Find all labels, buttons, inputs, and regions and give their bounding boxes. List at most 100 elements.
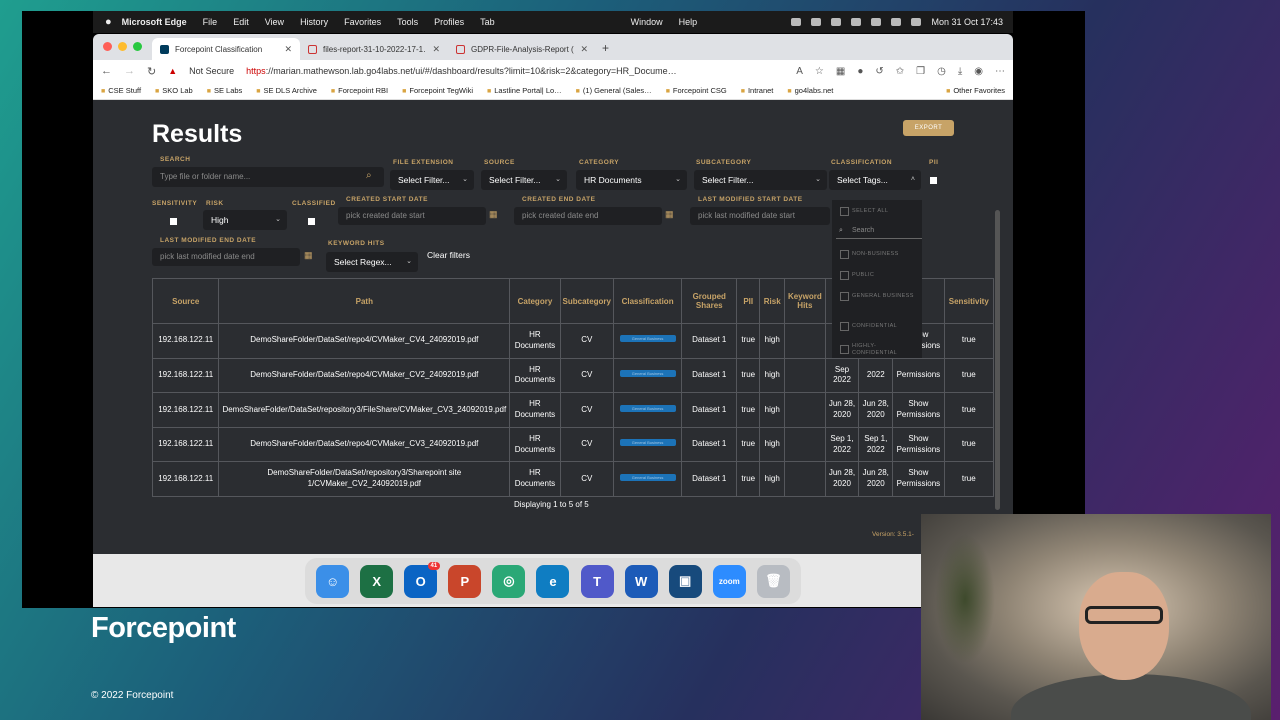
menu-edit[interactable]: Edit [233,17,249,27]
menu-favorites[interactable]: Favorites [344,17,381,27]
menu-tab[interactable]: Tab [480,17,495,27]
table-row[interactable]: 192.168.122.11 DemoShareFolder/DataSet/re… [151,426,995,463]
reload-icon[interactable]: ↻ [147,65,156,78]
category-select[interactable]: HR Documents ⌄ [576,170,687,190]
cell-perm[interactable]: Show Permissions [892,392,945,428]
cell-perm[interactable]: Permissions [892,357,945,394]
bookmark-item[interactable]: Forcepoint CSG [666,86,727,95]
powerpoint-dock-icon[interactable]: P [448,564,482,598]
select-all-option[interactable]: SELECT ALL [840,207,918,216]
option-confidential[interactable]: CONFIDENTIAL [840,322,918,331]
page-scrollbar[interactable] [995,210,1000,510]
menu-history[interactable]: History [300,17,328,27]
created-end-input[interactable]: pick created date end [514,207,662,225]
col-classification[interactable]: Classification [612,278,683,324]
read-aloud-icon[interactable]: A [796,66,803,77]
keyword-regex-select[interactable]: Select Regex... ⌄ [326,252,418,272]
new-tab-icon[interactable]: + [602,41,609,55]
search-input[interactable]: Type file or folder name... [152,167,384,187]
menu-view[interactable]: View [265,17,284,27]
record-icon[interactable] [851,18,862,26]
menu-tools[interactable]: Tools [397,17,418,27]
cell-perm[interactable]: Show Permissions [892,461,945,497]
browser-dock-icon[interactable]: ◎ [492,564,526,598]
extension-icon[interactable]: ● [857,66,863,77]
cell-perm[interactable]: Show Permissions [892,426,945,463]
dropdown-search-input[interactable]: ⌕ Search [836,223,922,239]
bookmark-other-favorites[interactable]: Other Favorites [946,86,1005,95]
pause-icon[interactable] [831,18,842,26]
col-path[interactable]: Path [218,278,511,324]
subcategory-select[interactable]: Select Filter... ⌄ [694,170,827,190]
risk-select[interactable]: High ⌄ [203,210,287,230]
tab-files-report[interactable]: files-report-31-10-2022-17-1… ✕ [300,38,448,60]
forward-icon[interactable]: → [124,65,135,77]
option-non-business[interactable]: NON-BUSINESS [840,250,918,259]
url-field[interactable]: https://marian.mathewson.lab.go4labs.net… [246,66,676,76]
cloud-icon[interactable] [791,18,802,26]
word-dock-icon[interactable]: W [624,564,658,598]
lm-end-input[interactable]: pick last modified date end [152,248,300,266]
pii-checkbox[interactable] [930,177,937,184]
edge-dock-icon[interactable]: e [536,564,570,598]
col-category[interactable]: Category [509,278,561,324]
tab-forcepoint-classification[interactable]: Forcepoint Classification ✕ [152,38,300,60]
calendar-icon[interactable]: ▦ [489,209,498,220]
bookmark-item[interactable]: Forcepoint TegWiki [402,86,473,95]
bookmark-item[interactable]: go4labs.net [787,86,834,95]
collections-icon[interactable]: ❐ [916,66,925,77]
zoom-dock-icon[interactable]: zoom [712,564,746,598]
close-window-button[interactable] [103,42,112,51]
col-risk[interactable]: Risk [759,278,786,324]
bookmark-item[interactable]: SKO Lab [155,86,192,95]
bookmark-item[interactable]: Intranet [741,86,773,95]
zoom-window-button[interactable] [133,42,142,51]
remote-dock-icon[interactable]: ▣ [668,564,702,598]
close-tab-icon[interactable]: ✕ [432,44,440,55]
col-keyword-hits[interactable]: Keyword Hits [784,278,826,324]
minimize-window-button[interactable] [118,42,127,51]
bookmark-item[interactable]: CSE Stuff [101,86,141,95]
bookmark-item[interactable]: Forcepoint RBI [331,86,388,95]
download-icon[interactable]: ⤓ [958,66,962,77]
trash-dock-icon[interactable]: 🗑 [756,564,790,598]
classification-select[interactable]: Select Tags... ˄ [829,170,921,190]
menu-help[interactable]: Help [679,17,698,27]
favorites-icon[interactable]: ✩ [896,66,904,77]
search-icon[interactable]: ⌕ [366,170,372,181]
refresh-extension-icon[interactable]: ↺ [875,66,883,77]
calendar-icon[interactable]: ▦ [304,250,313,261]
spotlight-icon[interactable] [911,18,922,26]
table-row[interactable]: 192.168.122.11 DemoShareFolder/DataSet/re… [151,461,995,497]
col-subcategory[interactable]: Subcategory [559,278,614,324]
excel-dock-icon[interactable]: X [360,564,394,598]
tab-gdpr-report[interactable]: GDPR-File-Analysis-Report (2… ✕ [448,38,596,60]
table-row[interactable]: 192.168.122.11 DemoShareFolder/DataSet/re… [151,357,995,394]
menu-profiles[interactable]: Profiles [434,17,464,27]
battery-icon[interactable] [871,18,882,26]
wifi-icon[interactable] [891,18,902,26]
finder-dock-icon[interactable]: ☺ [316,564,350,598]
col-pii[interactable]: PII [736,278,761,324]
profile-avatar[interactable]: ◉ [974,66,983,77]
table-row[interactable]: 192.168.122.11 DemoShareFolder/DataSet/re… [151,392,995,428]
apple-icon[interactable]: ● [105,16,112,28]
option-public[interactable]: PUBLIC [840,271,918,280]
not-secure-label[interactable]: Not Secure [189,66,234,76]
option-general-business[interactable]: GENERAL BUSINESS [840,292,918,301]
classified-checkbox[interactable] [308,218,315,225]
export-button[interactable]: EXPORT [903,120,954,136]
calendar-icon[interactable]: ▦ [665,209,674,220]
favorite-star-icon[interactable]: ☆ [815,66,824,77]
menu-app-name[interactable]: Microsoft Edge [122,17,187,27]
back-icon[interactable]: ← [101,65,112,77]
close-tab-icon[interactable]: ✕ [580,44,588,55]
menubar-clock[interactable]: Mon 31 Oct 17:43 [931,17,1003,27]
close-tab-icon[interactable]: ✕ [284,44,292,55]
col-source[interactable]: Source [151,278,220,324]
sensitivity-checkbox[interactable] [170,218,177,225]
bookmark-item[interactable]: Lastline Portal| Lo… [487,86,561,95]
bookmark-item[interactable]: SE Labs [207,86,242,95]
outlook-dock-icon[interactable]: O 41 [404,561,441,598]
created-start-input[interactable]: pick created date start [338,207,486,225]
